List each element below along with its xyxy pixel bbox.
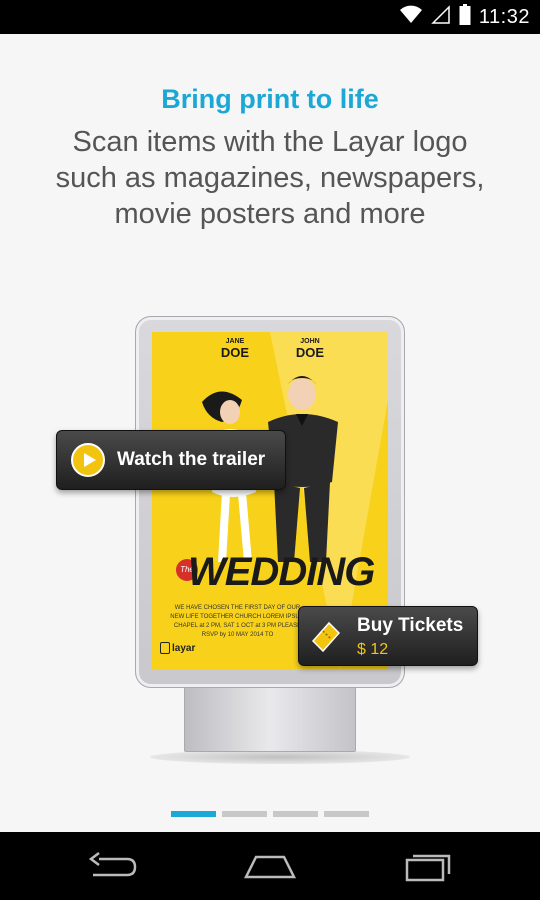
layar-logo-icon [160,642,170,654]
billboard-stand [184,686,356,752]
buy-tickets-button[interactable]: Buy Tickets $ 12 [298,606,478,666]
status-bar: 11:32 [0,0,540,34]
page-indicator [171,811,369,817]
wifi-icon [399,5,423,30]
poster-name-jane: JANE DOE [220,338,250,360]
ticket-icon [311,621,341,653]
poster-title: WEDDING [188,550,375,594]
poster-credits: WE HAVE CHOSEN THE FIRST DAY OF OUR NEW … [170,605,305,638]
description-line: Scan items with the Layar logo [72,126,468,158]
poster-name-john: JOHN DOE [295,338,325,360]
home-icon [243,855,297,879]
billboard-shadow [150,750,410,764]
battery-icon [459,3,471,31]
app-screen: 11:32 Bring print to life Scan items wit… [0,0,540,900]
home-button[interactable] [240,844,300,888]
signal-icon [431,4,451,30]
navigation-bar [0,832,540,900]
watch-trailer-button[interactable]: Watch the trailer [56,430,286,490]
page-dot-3[interactable] [273,811,318,817]
page-dot-2[interactable] [222,811,267,817]
recents-icon [405,854,451,882]
page-title: Bring print to life [161,84,379,114]
page-dot-4[interactable] [324,811,369,817]
ticket-price: $ 12 [357,641,389,658]
description: Scan items with the Layar logo such as m… [20,124,520,232]
description-line: movie posters and more [114,198,426,230]
play-icon [71,443,105,477]
buy-tickets-label: Buy Tickets [357,615,464,636]
page-dot-1[interactable] [171,811,216,817]
clock: 11:32 [478,5,530,28]
recents-button[interactable] [398,844,458,888]
back-button[interactable] [82,844,142,888]
watch-trailer-label: Watch the trailer [117,449,266,470]
description-line: such as magazines, newspapers, [55,162,485,194]
layar-logo: layar [160,642,195,654]
back-icon [88,852,137,877]
